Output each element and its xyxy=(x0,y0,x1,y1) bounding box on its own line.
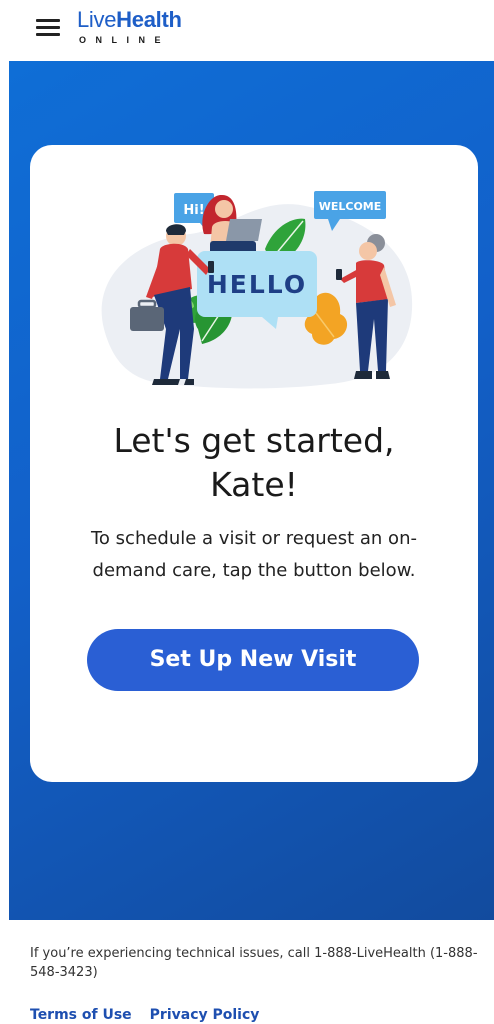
logo-subtitle: ONLINE xyxy=(79,35,171,45)
menu-line xyxy=(36,19,60,22)
top-bar: LiveHealth ONLINE xyxy=(0,0,494,60)
greeting-title-line1: Let's get started, xyxy=(113,421,395,460)
technical-support-note: If you’re experiencing technical issues,… xyxy=(30,946,478,980)
livehealth-logo[interactable]: LiveHealth ONLINE xyxy=(77,8,182,46)
greeting-title: Let's get started, Kate! xyxy=(30,419,478,507)
privacy-policy-link[interactable]: Privacy Policy xyxy=(150,1007,260,1023)
menu-line xyxy=(36,33,60,36)
logo-wordmark: LiveHealth xyxy=(77,8,182,32)
terms-of-use-link[interactable]: Terms of Use xyxy=(30,1007,132,1023)
greeting-illustration: Hi! WELCOME HELLO xyxy=(101,191,413,389)
set-up-new-visit-button[interactable]: Set Up New Visit xyxy=(87,629,419,691)
woman-with-laptop-figure xyxy=(202,194,262,257)
welcome-bubble-text: WELCOME xyxy=(319,200,382,213)
hamburger-menu-icon[interactable] xyxy=(36,17,60,37)
logo-part-health: Health xyxy=(116,7,182,32)
hi-bubble-text: Hi! xyxy=(183,203,204,218)
footer-links: Terms of Use Privacy Policy xyxy=(30,1005,259,1024)
get-started-card: Hi! WELCOME HELLO Let's get started, Kat… xyxy=(30,145,478,782)
menu-line xyxy=(36,26,60,29)
hello-bubble-text: HELLO xyxy=(207,270,307,299)
logo-part-live: Live xyxy=(77,7,117,32)
greeting-title-line2: Kate! xyxy=(210,465,298,504)
greeting-description: To schedule a visit or request an on-dem… xyxy=(91,528,417,581)
